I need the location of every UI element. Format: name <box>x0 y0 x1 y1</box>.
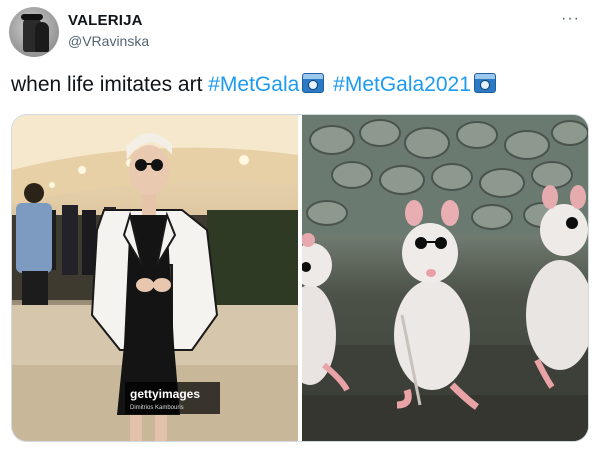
camera-icon <box>302 73 325 93</box>
display-name[interactable]: VALERIJA <box>68 12 143 29</box>
tweet-text: when life imitates art #MetGala #MetGala… <box>11 73 499 97</box>
media-photo-right[interactable] <box>302 115 588 441</box>
more-options-icon[interactable]: ··· <box>561 10 580 28</box>
watermark-brand: gettyimages <box>130 387 201 401</box>
media-grid: gettyimages Dimitrios Kambouris <box>11 114 589 442</box>
tweet-card: VALERIJA @VRavinska ··· when life imitat… <box>0 0 600 452</box>
avatar-hat <box>21 14 43 20</box>
avatar[interactable] <box>9 7 59 57</box>
hashtag-metgala[interactable]: #MetGala <box>208 73 299 96</box>
tweet-text-prefix: when life imitates art <box>11 73 209 96</box>
camera-icon <box>473 73 496 93</box>
avatar-figure <box>35 22 49 52</box>
getty-watermark: gettyimages Dimitrios Kambouris <box>125 382 220 414</box>
watermark-credit: Dimitrios Kambouris <box>130 405 184 411</box>
blind-mice-photo <box>302 115 588 441</box>
user-handle[interactable]: @VRavinska <box>68 33 149 49</box>
hashtag-metgala2021[interactable]: #MetGala2021 <box>333 73 471 96</box>
media-photo-left[interactable]: gettyimages Dimitrios Kambouris <box>12 115 298 441</box>
